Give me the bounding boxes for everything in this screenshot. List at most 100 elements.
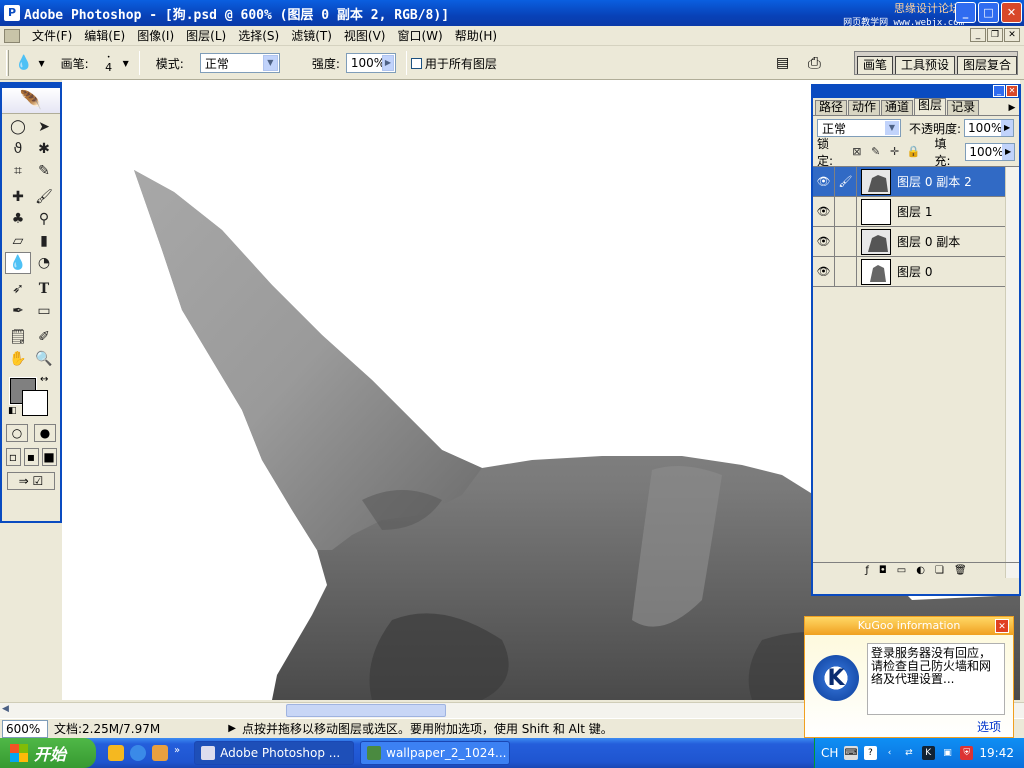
link-slot[interactable] xyxy=(835,257,857,286)
new-layer-icon[interactable]: ❏ xyxy=(935,565,944,576)
visibility-eye-icon[interactable]: 👁 xyxy=(813,257,835,286)
trash-icon[interactable]: 🗑 xyxy=(954,565,967,576)
slice-tool-icon[interactable]: ✎ xyxy=(31,160,57,182)
fill-input[interactable]: 100% ▶ xyxy=(965,143,1016,161)
menu-edit[interactable]: 编辑(E) xyxy=(78,27,131,44)
tab-actions[interactable]: 动作 xyxy=(848,100,881,115)
language-indicator[interactable]: CH xyxy=(821,746,838,760)
blend-mode-select[interactable]: 正常 ▼ xyxy=(817,119,901,137)
crop-tool-icon[interactable]: ⌗ xyxy=(5,160,31,182)
layer-row[interactable]: 👁 图层 0 xyxy=(813,257,1019,287)
arrow-icon[interactable]: ‹ xyxy=(883,746,896,760)
scroll-thumb[interactable] xyxy=(286,704,446,717)
panel-menu-icon[interactable]: ▶ xyxy=(1005,101,1019,115)
kugoo-options-link[interactable]: 选项 xyxy=(977,718,1001,735)
layer-row[interactable]: 👁 🖌 图层 0 副本 2 xyxy=(813,167,1019,197)
healing-brush-tool-icon[interactable]: ✚ xyxy=(5,186,31,208)
shape-tool-icon[interactable]: ▭ xyxy=(31,300,57,322)
visibility-eye-icon[interactable]: 👁 xyxy=(813,197,835,226)
dodge-tool-icon[interactable]: ◔ xyxy=(31,252,57,274)
history-brush-tool-icon[interactable]: ⚲ xyxy=(31,208,57,230)
layers-scrollbar[interactable] xyxy=(1005,167,1019,578)
photoshop-app-icon[interactable]: P xyxy=(4,5,20,21)
layer-style-icon[interactable]: ƒ xyxy=(865,565,869,576)
status-menu-arrow-icon[interactable]: ▶ xyxy=(228,723,236,734)
notes-tool-icon[interactable]: 🗒 xyxy=(5,326,31,348)
lock-transparency-icon[interactable]: ⊠ xyxy=(850,145,864,159)
layer-mask-icon[interactable]: ◘ xyxy=(879,565,887,576)
palette-tab-layer-comps[interactable]: 图层复合 xyxy=(956,56,1017,74)
strength-input[interactable]: 100% ▶ xyxy=(345,53,396,73)
type-tool-icon[interactable]: T xyxy=(31,278,57,300)
all-layers-checkbox[interactable] xyxy=(410,57,422,69)
file-browser-icon[interactable]: ⎙ xyxy=(808,53,821,73)
task-photoshop[interactable]: Adobe Photoshop ... xyxy=(194,741,355,765)
menu-image[interactable]: 图像(I) xyxy=(131,27,180,44)
tool-preset-picker[interactable]: 💧 ▼ xyxy=(15,55,45,71)
doc-minimize-button[interactable]: _ xyxy=(970,28,986,42)
help-icon[interactable]: ? xyxy=(863,746,877,760)
doc-restore-button[interactable]: ❐ xyxy=(987,28,1003,42)
panel-minimize-button[interactable]: _ xyxy=(993,85,1005,97)
tab-history[interactable]: 记录 xyxy=(947,100,980,115)
eyedropper-tool-icon[interactable]: ✐ xyxy=(31,326,57,348)
close-button[interactable]: ✕ xyxy=(1001,2,1022,23)
pen-tool-icon[interactable]: ✒ xyxy=(5,300,31,322)
background-color-swatch[interactable] xyxy=(22,390,48,416)
menu-window[interactable]: 窗口(W) xyxy=(391,27,448,44)
network-icon[interactable]: ⇄ xyxy=(902,746,915,760)
lock-all-icon[interactable]: 🔒 xyxy=(907,145,921,159)
zoom-tool-icon[interactable]: 🔍 xyxy=(31,348,57,370)
brush-tool-icon[interactable]: 🖌 xyxy=(31,186,57,208)
menu-layer[interactable]: 图层(L) xyxy=(180,27,232,44)
task-wallpaper[interactable]: wallpaper_2_1024... xyxy=(360,741,511,765)
layer-row[interactable]: 👁 图层 0 副本 xyxy=(813,227,1019,257)
messenger-icon[interactable] xyxy=(108,745,124,761)
tab-paths[interactable]: 路径 xyxy=(815,100,848,115)
minimize-button[interactable]: _ xyxy=(955,2,976,23)
lock-position-icon[interactable]: ✛ xyxy=(888,145,902,159)
shield-icon[interactable]: ⛨ xyxy=(960,746,974,760)
menu-select[interactable]: 选择(S) xyxy=(232,27,285,44)
scroll-left-icon[interactable]: ◀ xyxy=(2,704,16,717)
lock-pixels-icon[interactable]: ✎ xyxy=(869,145,883,159)
adjustment-layer-icon[interactable]: ◐ xyxy=(916,565,925,576)
zoom-field[interactable]: 600% xyxy=(2,719,48,738)
maximize-button[interactable]: □ xyxy=(978,2,999,23)
palette-tab-tool-presets[interactable]: 工具预设 xyxy=(894,56,955,74)
fullscreen-button[interactable]: ■ xyxy=(41,448,57,466)
app-quick-icon[interactable] xyxy=(152,745,168,761)
lasso-tool-icon[interactable]: ϑ xyxy=(5,138,31,160)
monitor-icon[interactable]: ▣ xyxy=(941,746,954,760)
brush-chevron-icon[interactable]: ▼ xyxy=(123,59,129,68)
brush-edit-icon[interactable]: 🖌 xyxy=(835,167,857,196)
jump-to-imageready-button[interactable]: ⇒ ☑ xyxy=(7,472,55,490)
new-group-icon[interactable]: ▭ xyxy=(897,565,906,576)
hand-tool-icon[interactable]: ✋ xyxy=(5,348,31,370)
eraser-tool-icon[interactable]: ▱ xyxy=(5,230,31,252)
keyboard-icon[interactable]: ⌨ xyxy=(844,746,858,760)
kugoo-close-button[interactable]: ✕ xyxy=(995,619,1009,633)
ie-icon[interactable] xyxy=(130,745,146,761)
more-quick-icon[interactable]: » xyxy=(174,745,180,761)
menu-view[interactable]: 视图(V) xyxy=(338,27,392,44)
path-selection-tool-icon[interactable]: ➶ xyxy=(5,278,31,300)
standard-mode-button[interactable]: ○ xyxy=(6,424,28,442)
adobe-online-button[interactable]: 🪶 xyxy=(2,88,60,114)
options-grip[interactable] xyxy=(6,50,9,76)
blur-tool-icon[interactable]: 💧 xyxy=(5,252,31,274)
document-icon[interactable] xyxy=(4,28,20,43)
magic-wand-tool-icon[interactable]: ✱ xyxy=(31,138,57,160)
mode-select[interactable]: 正常 ▼ xyxy=(199,53,280,73)
opacity-input[interactable]: 100% ▶ xyxy=(964,119,1015,137)
tab-channels[interactable]: 通道 xyxy=(881,100,914,115)
tab-layers[interactable]: 图层 xyxy=(914,98,947,115)
palette-options-icon[interactable]: ▤ xyxy=(776,55,789,71)
menu-filter[interactable]: 滤镜(T) xyxy=(285,27,338,44)
gradient-tool-icon[interactable]: ▮ xyxy=(31,230,57,252)
layer-row[interactable]: 👁 图层 1 xyxy=(813,197,1019,227)
palette-tab-brushes[interactable]: 画笔 xyxy=(856,56,893,74)
default-colors-icon[interactable]: ◧ xyxy=(8,406,17,416)
visibility-eye-icon[interactable]: 👁 xyxy=(813,227,835,256)
kugoo-tray-icon[interactable]: K xyxy=(921,746,935,760)
